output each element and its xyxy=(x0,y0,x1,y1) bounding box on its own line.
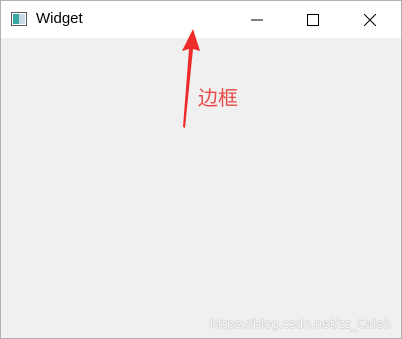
close-button[interactable] xyxy=(347,1,393,38)
maximize-button[interactable] xyxy=(290,1,336,38)
minimize-button[interactable] xyxy=(234,1,280,38)
window-title: Widget xyxy=(36,10,83,27)
app-window: Widget 边框 https://blog.csdn.net/zz_Caleb xyxy=(0,0,402,339)
close-icon xyxy=(364,14,376,26)
arrow-up-icon xyxy=(182,29,200,128)
maximize-icon xyxy=(307,14,319,26)
watermark: https://blog.csdn.net/zz_Caleb xyxy=(209,317,391,331)
qt-window-icon[interactable] xyxy=(11,12,27,26)
minimize-icon xyxy=(251,19,263,21)
annotation-label: 边框 xyxy=(198,86,238,110)
